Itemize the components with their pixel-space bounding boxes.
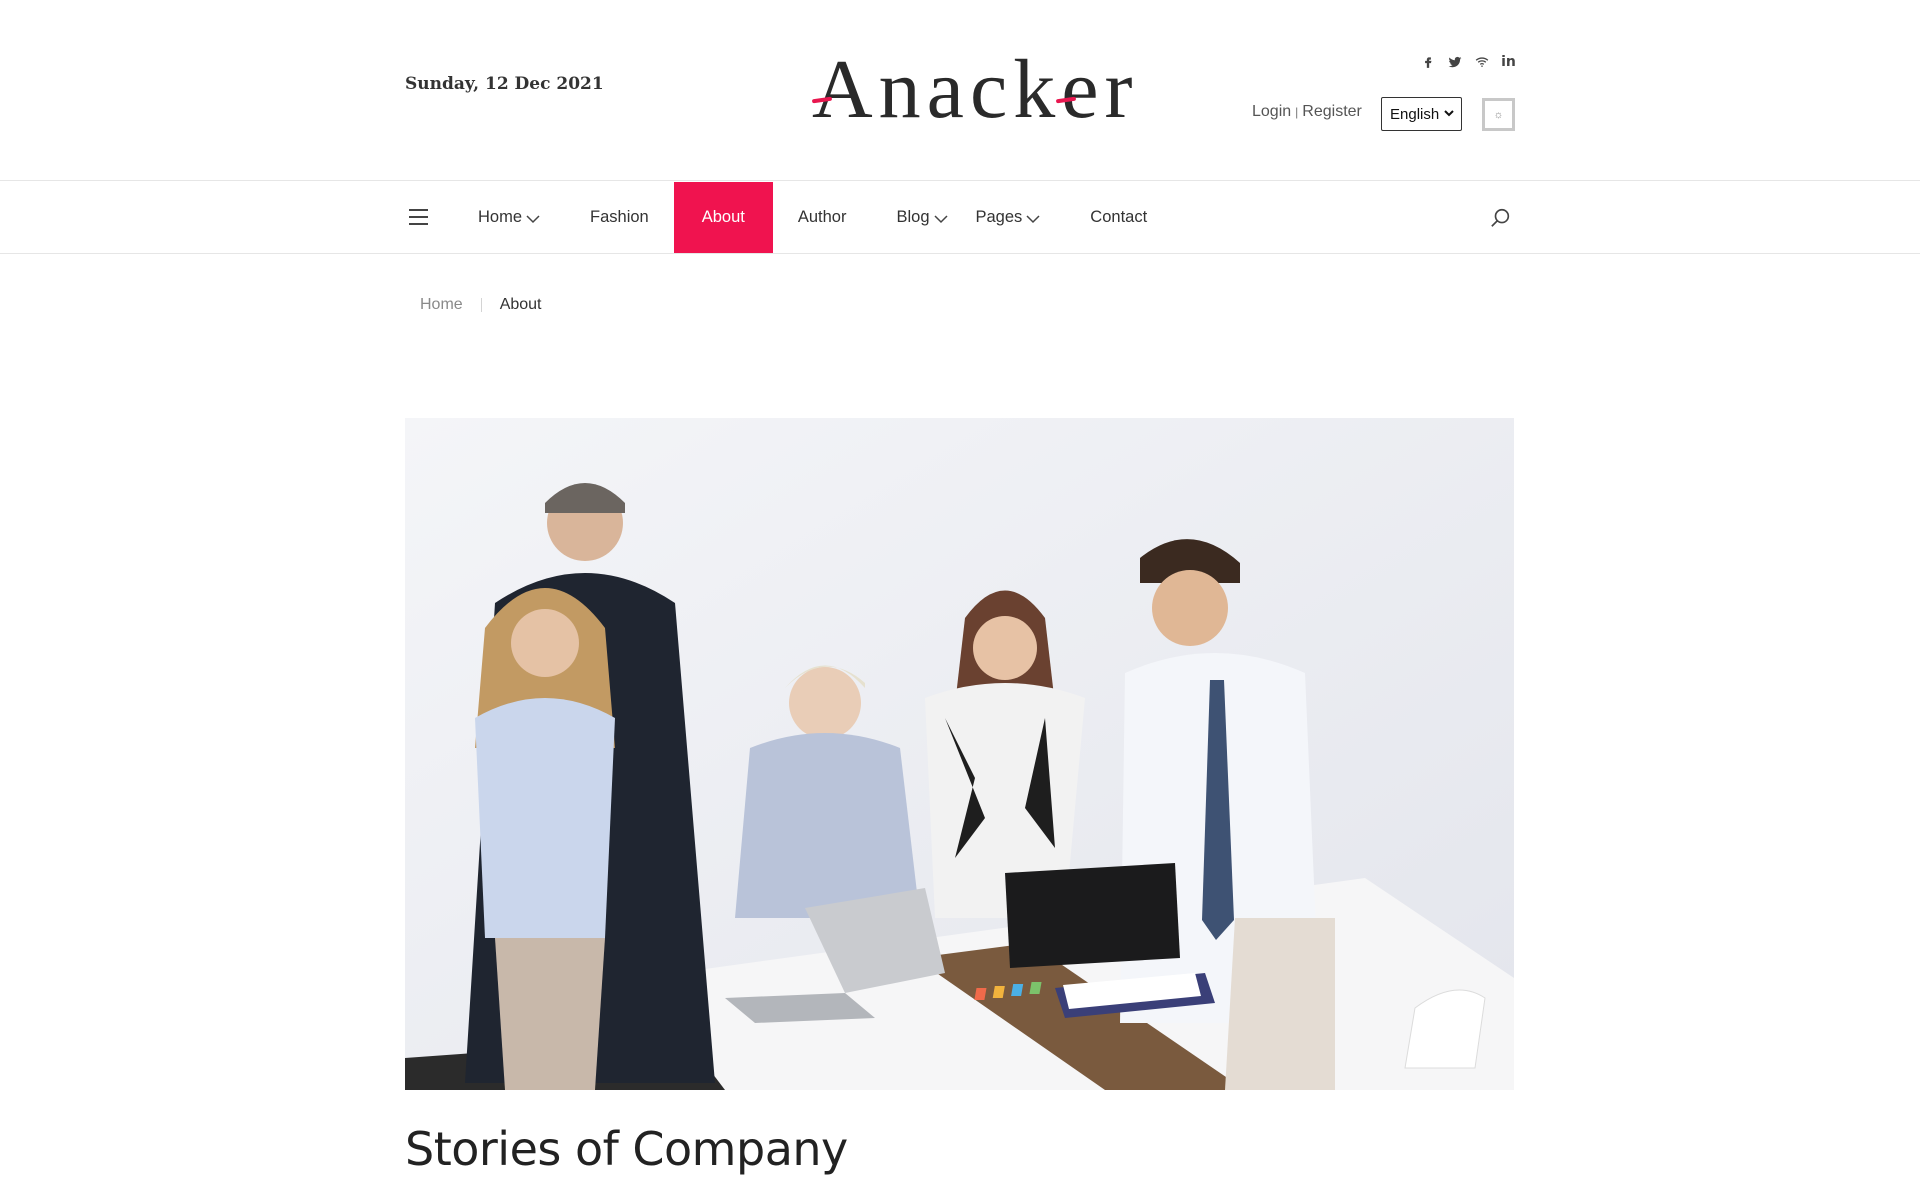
- language-value: English: [1390, 105, 1440, 123]
- top-header: Sunday, 12 Dec 2021 Anacker in Login | R…: [0, 0, 1920, 181]
- nav-item-blog[interactable]: Blog: [871, 182, 957, 253]
- language-select[interactable]: English: [1381, 97, 1462, 131]
- nav-item-label: Fashion: [590, 208, 649, 226]
- nav-item-contact[interactable]: Contact: [1065, 182, 1172, 253]
- wifi-icon: [1475, 57, 1488, 67]
- facebook-icon: [1424, 57, 1431, 68]
- breadcrumb-divider: [480, 298, 482, 312]
- auth-links: Login | Register: [1252, 103, 1362, 121]
- hamburger-menu-icon[interactable]: [409, 209, 428, 225]
- twitter-icon: [1448, 56, 1461, 68]
- chevron-down-icon: [526, 214, 540, 223]
- login-link[interactable]: Login: [1252, 103, 1291, 121]
- sun-icon: ☼: [1493, 108, 1504, 121]
- social-links: in: [1414, 52, 1522, 72]
- nav-item-label: Pages: [975, 208, 1023, 226]
- logo-text: Anacker: [812, 43, 1139, 136]
- nav-item-fashion[interactable]: Fashion: [565, 182, 674, 253]
- nav-item-label: Home: [478, 208, 523, 226]
- breadcrumb-home-link[interactable]: Home: [420, 296, 463, 314]
- team-meeting-photo: [405, 418, 1514, 1090]
- auth-separator: |: [1295, 105, 1299, 119]
- wifi-link[interactable]: [1468, 52, 1495, 72]
- chevron-down-icon: [1444, 110, 1454, 117]
- twitter-link[interactable]: [1441, 52, 1468, 72]
- nav-item-label: Blog: [896, 208, 930, 226]
- search-button[interactable]: [1490, 207, 1512, 229]
- site-logo[interactable]: Anacker: [811, 43, 1139, 136]
- linkedin-icon: in: [1501, 54, 1516, 70]
- nav-menu: Home Fashion About Author Blog Pages Con…: [453, 182, 1172, 253]
- current-date: Sunday, 12 Dec 2021: [405, 74, 604, 94]
- facebook-link[interactable]: [1414, 52, 1441, 72]
- main-navigation: Home Fashion About Author Blog Pages Con…: [0, 182, 1920, 254]
- page-title: Stories of Company: [405, 1122, 848, 1176]
- hero-image: [405, 418, 1514, 1090]
- register-link[interactable]: Register: [1302, 103, 1362, 121]
- nav-item-label: Author: [797, 208, 847, 226]
- linkedin-link[interactable]: in: [1495, 52, 1522, 72]
- nav-item-home[interactable]: Home: [453, 182, 565, 253]
- nav-item-label: About: [701, 208, 745, 226]
- search-icon: [1491, 208, 1510, 227]
- nav-item-label: Contact: [1090, 208, 1148, 226]
- chevron-down-icon: [933, 214, 948, 223]
- chevron-down-icon: [1026, 214, 1040, 223]
- breadcrumb: Home About: [420, 296, 542, 314]
- breadcrumb-current: About: [499, 296, 542, 313]
- nav-item-pages[interactable]: Pages: [958, 182, 1066, 253]
- nav-item-author[interactable]: Author: [773, 182, 872, 253]
- nav-item-about[interactable]: About: [673, 182, 773, 253]
- theme-toggle-button[interactable]: ☼: [1482, 98, 1515, 131]
